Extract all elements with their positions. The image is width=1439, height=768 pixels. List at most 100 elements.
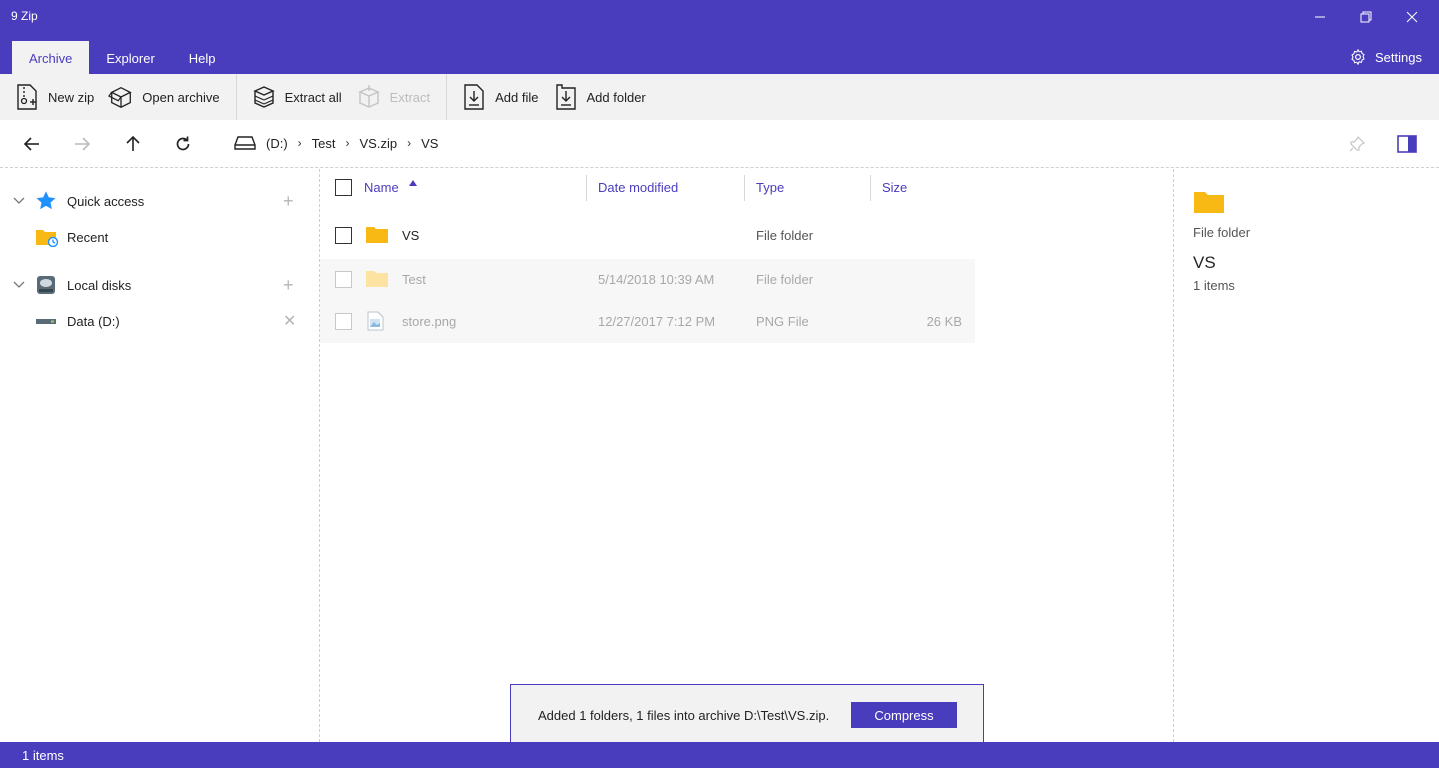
- toggle-details-pane-button[interactable]: [1397, 134, 1417, 154]
- file-row-vs[interactable]: VS File folder: [320, 215, 975, 257]
- remove-drive-icon[interactable]: ✕: [283, 311, 296, 331]
- sidebar-item-recent[interactable]: Recent: [0, 221, 319, 253]
- back-button[interactable]: [22, 134, 42, 154]
- breadcrumb-drive[interactable]: (D:): [266, 136, 288, 151]
- folder-icon: [366, 271, 388, 287]
- restore-icon: [1360, 11, 1372, 23]
- file-row-store-png[interactable]: store.png 12/27/2017 7:12 PM PNG File 26…: [320, 301, 975, 343]
- title-bar: 9 Zip Archive Explorer Help Settings: [0, 0, 1439, 74]
- extract-button[interactable]: Extract: [356, 74, 444, 120]
- file-size: 26 KB: [926, 314, 962, 329]
- arrow-right-icon: [75, 137, 91, 151]
- file-date: 12/27/2017 7:12 PM: [598, 314, 716, 329]
- compress-button[interactable]: Compress: [851, 702, 957, 728]
- chevron-down-icon: [13, 281, 25, 288]
- row-checkbox[interactable]: [335, 227, 352, 244]
- navigation-bar: (D:) › Test › VS.zip › VS: [0, 120, 1439, 168]
- details-pane: File folder VS 1 items: [1175, 169, 1439, 742]
- open-archive-button[interactable]: Open archive: [108, 74, 233, 120]
- column-header-date-modified[interactable]: Date modified: [598, 180, 678, 195]
- add-disk-icon[interactable]: +: [283, 275, 294, 296]
- new-zip-label: New zip: [48, 89, 95, 105]
- image-file-icon: [367, 311, 384, 331]
- column-header-name[interactable]: Name: [364, 180, 399, 195]
- sidebar-section-quick-access[interactable]: Quick access +: [0, 185, 319, 217]
- sidebar-section-local-disks[interactable]: Local disks +: [0, 269, 319, 301]
- chevron-right-icon: ›: [345, 136, 350, 150]
- pin-icon: [1349, 136, 1365, 152]
- breadcrumb-item[interactable]: VS.zip: [360, 136, 398, 151]
- breadcrumb-item[interactable]: VS: [421, 136, 438, 151]
- minimize-button[interactable]: [1297, 4, 1343, 30]
- extract-label: Extract: [389, 89, 431, 105]
- ribbon-toolbar: New zip Open archive Extract all Extract…: [0, 74, 1439, 120]
- add-quick-access-icon[interactable]: +: [283, 191, 294, 212]
- file-type: PNG File: [756, 314, 809, 329]
- add-file-label: Add file: [495, 89, 539, 105]
- chevron-right-icon: ›: [407, 136, 412, 150]
- forward-button[interactable]: [72, 134, 92, 154]
- extract-all-button[interactable]: Extract all: [251, 74, 356, 120]
- file-name: store.png: [402, 314, 457, 329]
- extract-all-icon: [251, 83, 277, 111]
- column-header-type[interactable]: Type: [756, 180, 784, 195]
- row-checkbox[interactable]: [335, 313, 352, 330]
- file-type: File folder: [756, 272, 814, 287]
- row-checkbox[interactable]: [335, 271, 352, 288]
- add-file-button[interactable]: Add file: [461, 74, 552, 120]
- toast-message: Added 1 folders, 1 files into archive D:…: [538, 708, 830, 723]
- folder-icon: [1194, 192, 1224, 213]
- add-file-icon: [461, 83, 487, 111]
- extract-icon: [356, 83, 382, 111]
- sidebar-label: Recent: [67, 229, 109, 245]
- sort-ascending-icon: [409, 180, 417, 186]
- close-button[interactable]: [1389, 4, 1435, 30]
- tab-strip: Archive Explorer Help: [12, 41, 233, 74]
- open-archive-label: Open archive: [142, 89, 220, 105]
- up-button[interactable]: [123, 134, 143, 154]
- arrow-up-icon: [126, 135, 140, 151]
- breadcrumb-item[interactable]: Test: [312, 136, 336, 151]
- hard-disk-icon: [37, 276, 55, 294]
- file-date: 5/14/2018 10:39 AM: [598, 272, 715, 287]
- sidebar: Quick access + Recent Local disks + Data…: [0, 169, 320, 742]
- select-all-checkbox[interactable]: [335, 179, 352, 196]
- ribbon-separator: [235, 74, 237, 120]
- sidebar-label: Data (D:): [67, 313, 120, 329]
- add-folder-label: Add folder: [586, 89, 646, 105]
- details-pane-icon: [1397, 135, 1417, 153]
- status-item-count: 1 items: [22, 748, 64, 763]
- chevron-down-icon: [13, 197, 25, 204]
- settings-button[interactable]: Settings: [1349, 48, 1422, 66]
- box-open-icon: [108, 83, 134, 111]
- tab-archive[interactable]: Archive: [12, 41, 90, 74]
- new-zip-button[interactable]: New zip: [14, 74, 108, 120]
- pin-button[interactable]: [1347, 134, 1367, 154]
- sidebar-label: Quick access: [67, 193, 145, 209]
- star-icon: [36, 191, 56, 210]
- restore-button[interactable]: [1343, 4, 1389, 30]
- drive-icon: [234, 136, 256, 150]
- extract-all-label: Extract all: [284, 89, 342, 105]
- details-kind: File folder: [1193, 225, 1251, 240]
- tab-explorer[interactable]: Explorer: [89, 41, 171, 74]
- column-header-size[interactable]: Size: [882, 180, 907, 195]
- column-divider[interactable]: [744, 175, 745, 201]
- refresh-button[interactable]: [173, 134, 193, 154]
- status-bar: 1 items: [0, 742, 1439, 768]
- file-type: File folder: [756, 228, 814, 243]
- file-row-test[interactable]: Test 5/14/2018 10:39 AM File folder: [320, 259, 975, 301]
- sidebar-item-data-drive[interactable]: Data (D:) ✕: [0, 305, 319, 337]
- refresh-icon: [176, 136, 190, 151]
- add-folder-button[interactable]: Add folder: [553, 74, 660, 120]
- sidebar-label: Local disks: [67, 277, 132, 293]
- details-count: 1 items: [1193, 278, 1235, 293]
- tab-help[interactable]: Help: [172, 41, 233, 74]
- column-divider[interactable]: [870, 175, 871, 201]
- notification-toast: Added 1 folders, 1 files into archive D:…: [510, 684, 984, 742]
- close-icon: [1406, 11, 1418, 23]
- list-header: Name Date modified Type Size: [320, 169, 1174, 207]
- column-divider[interactable]: [586, 175, 587, 201]
- recent-folder-icon: [36, 230, 59, 247]
- breadcrumb: (D:) › Test › VS.zip › VS: [234, 135, 438, 151]
